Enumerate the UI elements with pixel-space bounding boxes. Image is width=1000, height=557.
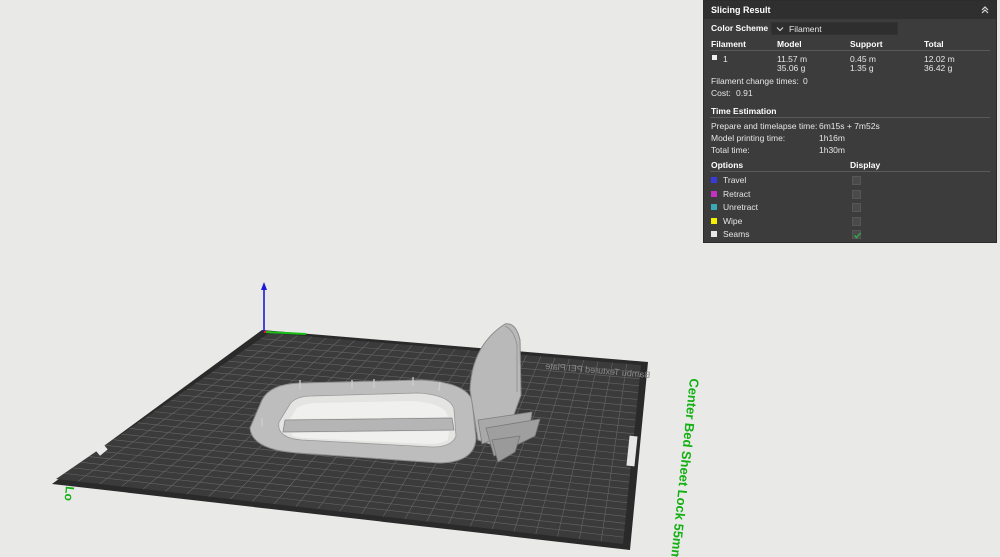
color-scheme-value: Filament xyxy=(789,23,822,34)
prepare-time-label: Prepare and timelapse time: xyxy=(711,121,818,131)
support-weight: 1.35 g xyxy=(850,63,874,73)
time-estimation-header: Time Estimation xyxy=(711,106,777,116)
option-checkbox-unretract[interactable] xyxy=(852,203,861,212)
option-label: Seams xyxy=(723,229,750,239)
display-header: Display xyxy=(850,160,881,170)
option-checkbox-retract[interactable] xyxy=(852,189,861,199)
color-scheme-dropdown[interactable]: Filament xyxy=(771,22,898,35)
header-divider xyxy=(710,50,990,51)
total-time-label: Total time: xyxy=(711,145,750,155)
collapse-icon[interactable] xyxy=(980,5,990,15)
option-checkbox-wipe[interactable] xyxy=(852,216,861,226)
option-color-swatch xyxy=(711,217,717,224)
cost-value: 0.91 xyxy=(736,88,753,98)
cost-label: Cost: xyxy=(711,88,731,98)
model-time-label: Model printing time: xyxy=(711,133,786,143)
option-retract: Retract xyxy=(711,189,750,199)
options-divider xyxy=(710,171,990,172)
option-color-swatch xyxy=(711,177,717,183)
total-weight: 36.42 g xyxy=(924,63,953,73)
panel-title-bar[interactable]: Slicing Result xyxy=(704,1,996,19)
time-divider xyxy=(710,117,990,118)
checkmark-icon xyxy=(854,232,861,239)
col-header-model: Model xyxy=(777,39,802,49)
option-checkbox-travel[interactable] xyxy=(852,176,861,185)
filament-change-label: Filament change times: xyxy=(711,76,799,86)
option-label: Travel xyxy=(723,175,747,185)
total-time-value: 1h30m xyxy=(819,145,845,155)
option-travel: Travel xyxy=(711,175,746,185)
plate-name-label: Center Bed Sheet Lock 55mm xyxy=(668,378,702,557)
slicing-result-panel: Slicing Result Color Scheme Filament Fil… xyxy=(703,0,997,243)
col-header-filament: Filament xyxy=(711,39,746,49)
option-label: Wipe xyxy=(723,215,743,226)
filament-change-value: 0 xyxy=(803,76,808,86)
color-scheme-label: Color Scheme xyxy=(711,23,769,33)
col-header-total: Total xyxy=(924,39,944,49)
option-unretract: Unretract xyxy=(711,202,758,212)
option-seams: Seams xyxy=(711,229,749,239)
panel-title: Slicing Result xyxy=(711,5,771,15)
option-label: Unretract xyxy=(723,202,758,212)
option-color-swatch xyxy=(711,231,717,237)
prepare-time-value: 6m15s + 7m52s xyxy=(819,121,880,131)
option-checkbox-seams[interactable] xyxy=(852,230,861,239)
model-time-value: 1h16m xyxy=(819,133,845,143)
filament-id: 1 xyxy=(723,54,728,64)
options-header: Options xyxy=(711,160,744,170)
filament-color-swatch xyxy=(712,55,717,60)
option-color-swatch xyxy=(711,204,717,210)
option-color-swatch xyxy=(711,190,717,197)
option-label: Retract xyxy=(723,188,751,199)
plate-side-label: Lo xyxy=(61,486,76,502)
axis-gizmo xyxy=(261,282,307,335)
chevron-down-icon xyxy=(776,26,784,31)
axis-z-arrow xyxy=(261,282,267,290)
option-wipe: Wipe xyxy=(711,216,742,226)
col-header-support: Support xyxy=(850,39,883,49)
model-weight: 35.06 g xyxy=(777,63,806,73)
